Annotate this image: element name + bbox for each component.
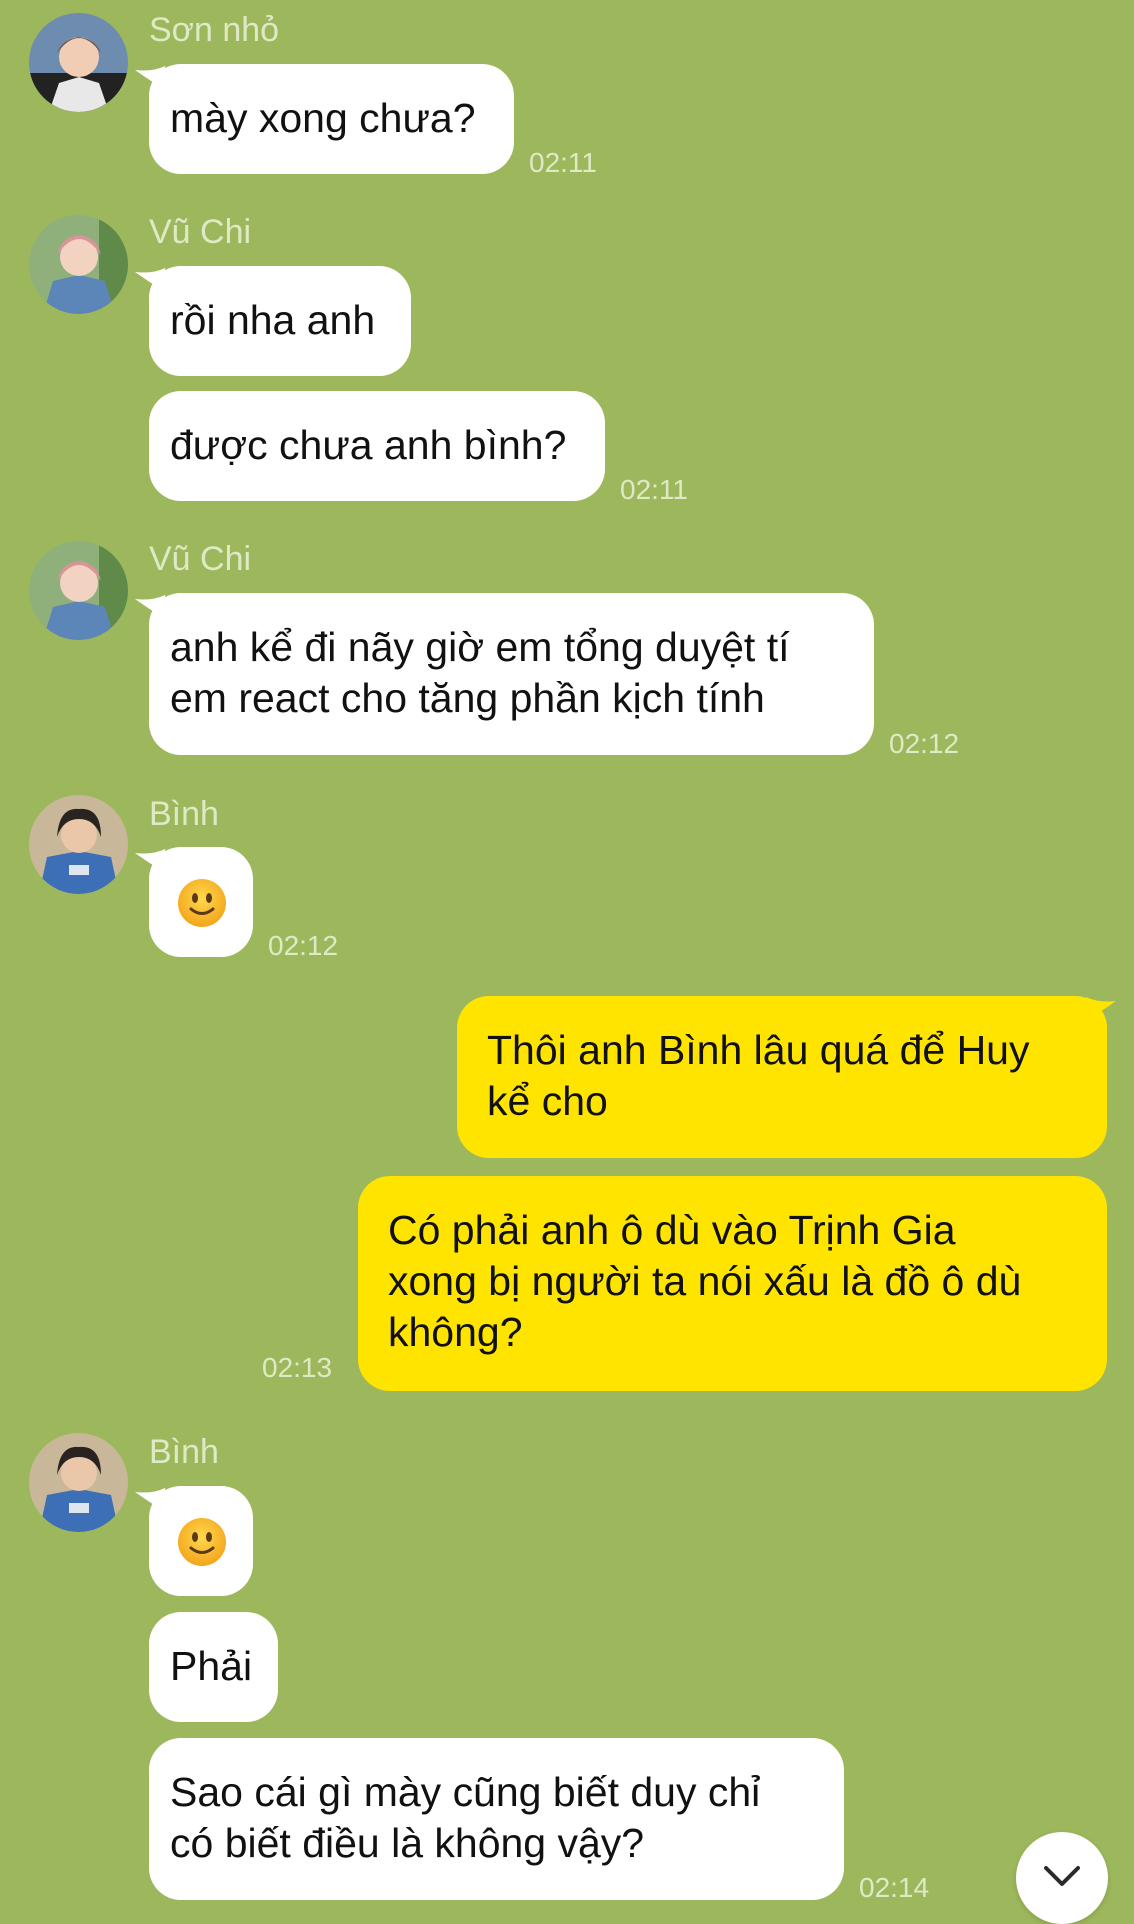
chat-thread[interactable]: Sơn nhỏ mày xong chưa? 02:11 Vũ Chi rồi … bbox=[0, 0, 1134, 1924]
sender-name: Bình bbox=[149, 1433, 219, 1471]
message-bubble[interactable]: anh kể đi nãy giờ em tổng duyệt tí em re… bbox=[149, 593, 874, 755]
message-bubble[interactable]: Sao cái gì mày cũng biết duy chỉ có biết… bbox=[149, 1738, 844, 1900]
message-text-line: em react cho tăng phần kịch tính bbox=[170, 675, 765, 721]
message-text-line: không? bbox=[388, 1309, 523, 1355]
avatar-binh[interactable] bbox=[29, 795, 128, 894]
message-time: 02:12 bbox=[889, 728, 960, 759]
bubble-tail bbox=[135, 849, 169, 883]
avatar-vu-chi[interactable] bbox=[29, 541, 128, 640]
bubble-tail bbox=[135, 595, 169, 629]
sender-name: Bình bbox=[149, 795, 219, 833]
bubble-tail bbox=[135, 66, 169, 100]
bubble-tail bbox=[1082, 997, 1116, 1031]
sender-name: Vũ Chi bbox=[149, 213, 252, 251]
scroll-to-bottom-button[interactable] bbox=[1016, 1832, 1108, 1924]
avatar-son-nho[interactable] bbox=[29, 13, 128, 112]
outgoing-message-bubble[interactable]: Có phải anh ô dù vào Trịnh Gia xong bị n… bbox=[358, 1176, 1107, 1391]
message-text-line: Sao cái gì mày cũng biết duy chỉ bbox=[170, 1769, 761, 1815]
message-time: 02:13 bbox=[262, 1352, 333, 1383]
message-text: được chưa anh bình? bbox=[170, 422, 567, 468]
message-text-line: anh kể đi nãy giờ em tổng duyệt tí bbox=[170, 624, 790, 670]
bubble-tail bbox=[135, 268, 169, 302]
message-text-line: xong bị người ta nói xấu là đồ ô dù bbox=[388, 1258, 1022, 1304]
avatar-binh[interactable] bbox=[29, 1433, 128, 1532]
message-text-line: có biết điều là không vậy? bbox=[170, 1820, 645, 1866]
outgoing-message-bubble[interactable]: Thôi anh Bình lâu quá để Huy kể cho bbox=[457, 996, 1107, 1158]
message-text-line: Thôi anh Bình lâu quá để Huy bbox=[487, 1027, 1030, 1073]
sender-name: Vũ Chi bbox=[149, 540, 252, 578]
message-time: 02:11 bbox=[620, 474, 688, 505]
message-bubble[interactable]: được chưa anh bình? bbox=[149, 391, 605, 501]
avatar-vu-chi[interactable] bbox=[29, 215, 128, 314]
message-text: Phải bbox=[170, 1643, 253, 1689]
message-time: 02:12 bbox=[268, 930, 339, 961]
message-bubble[interactable]: Phải bbox=[149, 1612, 278, 1722]
message-bubble[interactable]: rồi nha anh bbox=[149, 266, 411, 376]
message-time: 02:11 bbox=[529, 147, 597, 178]
message-text: rồi nha anh bbox=[170, 297, 376, 343]
message-text-line: kể cho bbox=[487, 1078, 608, 1124]
message-text: mày xong chưa? bbox=[170, 95, 476, 141]
chevron-down-icon bbox=[1044, 1866, 1080, 1886]
message-text-line: Có phải anh ô dù vào Trịnh Gia bbox=[388, 1207, 956, 1253]
message-bubble[interactable]: mày xong chưa? bbox=[149, 64, 514, 174]
slightly-smiling-face-emoji bbox=[176, 1516, 228, 1568]
sender-name: Sơn nhỏ bbox=[149, 11, 280, 49]
message-time: 02:14 bbox=[859, 1872, 930, 1903]
bubble-tail bbox=[135, 1488, 169, 1522]
slightly-smiling-face-emoji bbox=[176, 877, 228, 929]
